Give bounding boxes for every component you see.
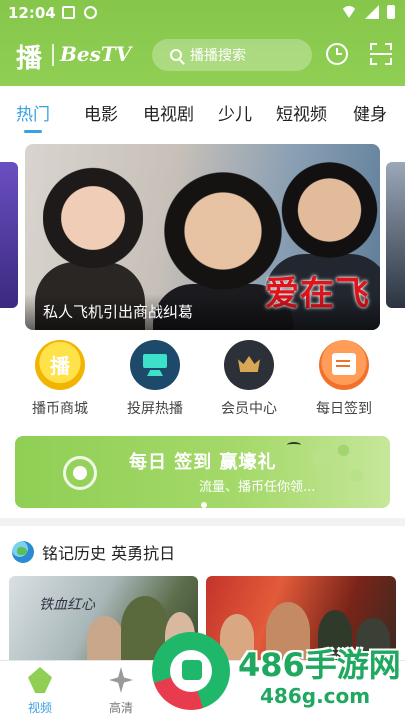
- active-tab-indicator: [24, 130, 42, 133]
- hd-icon: [109, 667, 133, 693]
- cast-icon: [130, 340, 180, 390]
- section-title: 铭记历史 英勇抗日: [42, 544, 176, 563]
- battery-icon: [387, 5, 395, 19]
- quick-item-label: 每日签到: [316, 401, 372, 417]
- leaves-decoration: [294, 436, 384, 508]
- quick-item-label: 投屏热播: [127, 401, 183, 417]
- quick-item-cast[interactable]: 投屏热播: [110, 340, 200, 418]
- quick-item-daily-signin[interactable]: 每日签到: [299, 340, 389, 418]
- scan-icon[interactable]: [370, 43, 392, 65]
- status-bar: 12:04: [0, 0, 405, 26]
- tab-fitness[interactable]: 健身: [353, 100, 387, 125]
- section-header: 铭记历史 英勇抗日: [12, 540, 175, 564]
- signin-banner[interactable]: 每日 签到 赢壕礼 流量、播币任你领...: [15, 436, 390, 508]
- carousel-next-card[interactable]: [386, 162, 405, 308]
- tab-movies[interactable]: 电影: [84, 100, 118, 125]
- category-tabs: 热门 电影 电视剧 少儿 短视频 健身: [0, 86, 405, 136]
- tab-hot[interactable]: 热门: [16, 100, 50, 125]
- tab-short-videos[interactable]: 短视频: [276, 100, 327, 125]
- coin-icon: 播: [35, 340, 85, 390]
- globe-icon: [12, 541, 34, 563]
- signin-section: 每日 签到 赢壕礼 流量、播币任你领...: [0, 428, 405, 518]
- nav-video[interactable]: 视频: [10, 667, 70, 716]
- logo-divider: [52, 44, 54, 66]
- banner-caption-bar: 私人飞机引出商战纠葛: [25, 294, 380, 330]
- app-logo[interactable]: 播: [16, 38, 42, 75]
- brand-logo: BesTV: [60, 42, 132, 66]
- calendar-icon: [319, 340, 369, 390]
- quick-item-vip[interactable]: 会员中心: [204, 340, 294, 418]
- nav-label: 视频: [27, 701, 52, 715]
- target-icon: [63, 456, 97, 490]
- app-notification-icon: [84, 6, 97, 19]
- status-time: 12:04: [8, 4, 56, 22]
- status-indicators: [341, 5, 395, 19]
- app-header: 12:04 播 BesTV 播播搜索: [0, 0, 405, 86]
- poster-figure: [43, 152, 143, 272]
- wifi-icon: [341, 6, 357, 18]
- carousel-prev-card[interactable]: [0, 162, 18, 308]
- quick-item-label: 会员中心: [221, 401, 277, 417]
- notification-icon: [62, 6, 75, 19]
- watermark-logo-icon: [152, 632, 230, 710]
- vip-crown-icon: [224, 340, 274, 390]
- thumbnail-figure: [87, 616, 123, 660]
- search-bar[interactable]: 播播搜索: [152, 39, 312, 71]
- signin-headline: 每日 签到 赢壕礼: [129, 452, 277, 473]
- quick-item-label: 播币商城: [32, 401, 88, 417]
- watermark-title: 486手游网: [238, 646, 401, 684]
- banner-caption: 私人飞机引出商战纠葛: [43, 303, 194, 321]
- tab-tv-series[interactable]: 电视剧: [143, 100, 194, 125]
- search-placeholder: 播播搜索: [190, 48, 246, 64]
- signal-icon: [365, 5, 379, 19]
- app-bar: 播 BesTV 播播搜索: [0, 34, 405, 78]
- bird-decoration: [287, 442, 301, 448]
- tab-kids[interactable]: 少儿: [218, 100, 252, 125]
- quick-item-coin-mall[interactable]: 播 播币商城: [15, 340, 105, 418]
- watermark-url: 486g.com: [260, 684, 371, 708]
- search-icon: [170, 49, 182, 61]
- history-clock-icon[interactable]: [326, 43, 348, 65]
- thumbnail-title: 铁血红心: [39, 597, 95, 613]
- watermark: 486手游网 486g.com: [140, 618, 405, 720]
- page-indicator-dot: [201, 502, 207, 508]
- banner-carousel: 爱在飞 私人飞机引出商战纠葛: [0, 136, 405, 336]
- quick-menu: 播 播币商城 投屏热播 会员中心 每日签到: [0, 336, 405, 428]
- video-icon: [28, 667, 52, 693]
- banner-slide[interactable]: 爱在飞 私人飞机引出商战纠葛: [25, 144, 380, 330]
- poster-figure: [277, 144, 380, 264]
